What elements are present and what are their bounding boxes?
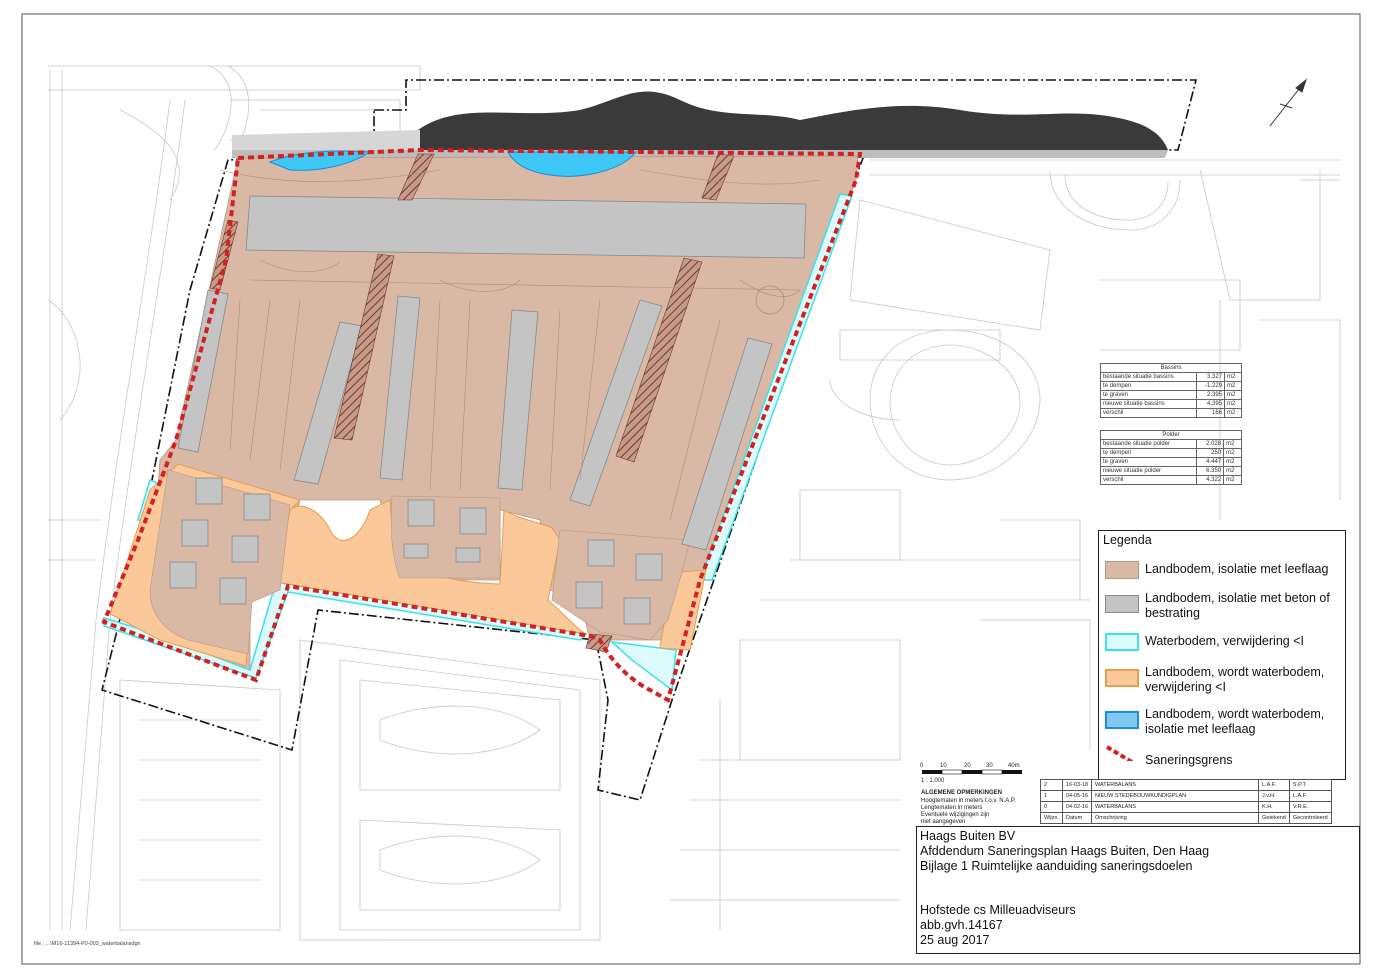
consultant-name: Hofstede cs Milleuadviseurs <box>920 903 1076 917</box>
table-row: 2 16-03-18 WATERBALANS L.A.F. S.P.T. <box>1040 779 1332 791</box>
table-bassins-title: Bassins <box>1100 363 1242 373</box>
legend-swatch <box>1105 711 1139 729</box>
table-row: verschil 4.322 m2 <box>1099 475 1242 485</box>
legend-item: Waterbodem, verwijdering <I <box>1105 629 1341 669</box>
revision-table: 2 16-03-18 WATERBALANS L.A.F. S.P.T. 1 04-05… <box>1040 779 1332 824</box>
drawing-title: Bijlage 1 Ruimtelijke aanduiding sanerin… <box>920 859 1193 873</box>
table-polder: Polder bestaande situatie polder 2.028 m2 … <box>1099 430 1242 485</box>
table-row: 0 04-02-16 WATERBALANS K.H. V.R.E. <box>1040 801 1332 813</box>
scale-tick-3: 30 <box>986 763 993 769</box>
legend-item: Saneringsgrens <box>1105 743 1341 783</box>
legend-label: Saneringsgrens <box>1145 753 1233 767</box>
general-note-1: Hoogtematen in meters t.o.v. N.A.P. <box>921 798 1016 804</box>
dashed-line-icon <box>1105 745 1135 761</box>
scale-tick-4: 40m <box>1008 763 1020 769</box>
legend-swatch <box>1105 561 1139 579</box>
general-notes-title: ALGEMENE OPMERKINGEN <box>921 790 1003 796</box>
table-row: verschil 166 m2 <box>1099 408 1242 418</box>
legend-swatch <box>1105 633 1139 651</box>
table-polder-title: Polder <box>1100 430 1242 440</box>
legend-title: Legenda <box>1103 533 1152 547</box>
bank-path-west <box>232 130 420 150</box>
table-row: te dempen -1.229 m2 <box>1099 381 1242 391</box>
legend-swatch <box>1105 669 1139 687</box>
table-row: nieuwe situatie polder 6.350 m2 <box>1099 466 1242 476</box>
file-path: file : ...\M16-11394-P0-003_waterbalansd… <box>34 941 141 947</box>
legend-item: Landbodem, wordt waterbodem, isolatie me… <box>1105 707 1341 747</box>
scale-bar <box>922 769 1022 775</box>
north-arrow-icon <box>1269 78 1308 127</box>
drawing-date: 25 aug 2017 <box>920 933 990 947</box>
legend-swatch <box>1105 595 1139 613</box>
table-row: bestaande situatie polder 2.028 m2 <box>1099 439 1242 449</box>
legend-label: Waterbodem, verwijdering <I <box>1145 634 1304 648</box>
project-title: Afddendum Saneringsplan Haags Buiten, De… <box>920 844 1210 858</box>
scale-tick-1: 10 <box>940 763 947 769</box>
drawing-number: abb.gvh.14167 <box>920 918 1003 932</box>
legend: Legenda Landbodem, isolatie met leeflaag… <box>1098 530 1346 780</box>
table-row: 1 04-05-16 NIEUW STEDEBOUWKUNDIGPLAN J.v.H… <box>1040 790 1332 802</box>
general-note-3: Eventuele wijzigingen zijn <box>921 812 990 818</box>
table-row: te graven 4.447 m2 <box>1099 457 1242 467</box>
legend-item: Landbodem, isolatie met beton of bestrat… <box>1105 591 1341 631</box>
general-note-2: Lengtematen in meters <box>921 805 983 811</box>
table-row: te graven 2.395 m2 <box>1099 390 1242 400</box>
legend-item: Landbodem, wordt waterbodem, verwijderin… <box>1105 665 1341 705</box>
legend-label: Landbodem, isolatie met beton of bestrat… <box>1145 591 1330 620</box>
general-note-4: niet aangegeven <box>921 819 966 825</box>
title-block: Haags Buiten BV Afddendum Saneringsplan … <box>916 826 1360 954</box>
building-north <box>245 195 807 259</box>
client-name: Haags Buiten BV <box>920 829 1016 843</box>
zone-water-se <box>609 640 677 692</box>
scale-tick-2: 20 <box>964 763 971 769</box>
legend-label: Landbodem, isolatie met leeflaag <box>1145 562 1329 576</box>
table-bassins: Bassins bestaande situatie bassins 3.327 m… <box>1099 363 1242 418</box>
legend-label: Landbodem, wordt waterbodem, verwijderin… <box>1145 665 1325 694</box>
table-row: nieuwe situatie bassins 4.395 m2 <box>1099 399 1242 409</box>
table-header: Wijzn. Datum Omschrijving Getekend Gecontro… <box>1040 812 1332 824</box>
legend-label: Landbodem, wordt waterbodem, isolatie me… <box>1145 707 1325 736</box>
table-row: bestaande situatie bassins 3.327 m2 <box>1099 372 1242 382</box>
dark-bank <box>418 91 1168 150</box>
scale-ratio: 1 : 1.000 <box>921 778 945 784</box>
scale-tick-0: 0 <box>920 763 924 769</box>
table-row: te dempen 250 m2 <box>1099 448 1242 458</box>
